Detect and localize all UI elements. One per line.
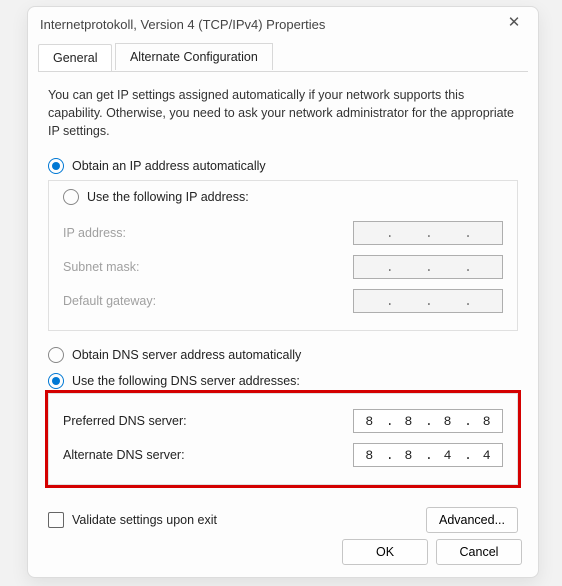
tab-alternate-configuration[interactable]: Alternate Configuration	[115, 43, 273, 70]
titlebar: Internetprotokoll, Version 4 (TCP/IPv4) …	[28, 7, 538, 43]
dns-manual-group: Preferred DNS server: 8. 8. 8. 8 Alterna…	[48, 393, 518, 485]
intro-text: You can get IP settings assigned automat…	[48, 86, 518, 140]
preferred-dns-row: Preferred DNS server: 8. 8. 8. 8	[63, 404, 503, 438]
octet: 8	[394, 414, 422, 429]
validate-checkbox[interactable]: Validate settings upon exit	[48, 512, 217, 528]
tab-strip: General Alternate Configuration	[38, 43, 528, 72]
radio-icon	[48, 158, 64, 174]
ip-address-label: IP address:	[63, 226, 353, 240]
radio-dns-auto-label: Obtain DNS server address automatically	[72, 348, 301, 362]
radio-ip-manual[interactable]: Use the following IP address:	[63, 189, 503, 205]
octet: 4	[473, 448, 501, 463]
general-pane: You can get IP settings assigned automat…	[48, 86, 518, 533]
validate-row: Validate settings upon exit Advanced...	[48, 507, 518, 533]
ip-address-row: IP address: ...	[63, 216, 503, 250]
default-gateway-row: Default gateway: ...	[63, 284, 503, 318]
subnet-mask-row: Subnet mask: ...	[63, 250, 503, 284]
octet: 8	[394, 448, 422, 463]
close-icon[interactable]: ✕	[492, 7, 536, 39]
checkbox-icon	[48, 512, 64, 528]
alternate-dns-input[interactable]: 8. 8. 4. 4	[353, 443, 503, 467]
window-title: Internetprotokoll, Version 4 (TCP/IPv4) …	[40, 17, 325, 32]
ip-manual-group: IP address: ... Subnet mask: ... Default…	[48, 206, 518, 331]
radio-icon	[63, 189, 79, 205]
default-gateway-input: ...	[353, 289, 503, 313]
radio-icon	[48, 347, 64, 363]
ok-button[interactable]: OK	[342, 539, 428, 565]
ip-address-input: ...	[353, 221, 503, 245]
radio-icon	[48, 373, 64, 389]
radio-dns-auto[interactable]: Obtain DNS server address automatically	[48, 347, 518, 363]
subnet-mask-input: ...	[353, 255, 503, 279]
validate-label: Validate settings upon exit	[72, 513, 217, 527]
octet: 8	[355, 414, 383, 429]
radio-dns-manual-label: Use the following DNS server addresses:	[72, 374, 300, 388]
preferred-dns-input[interactable]: 8. 8. 8. 8	[353, 409, 503, 433]
ip-manual-header: Use the following IP address:	[48, 180, 518, 207]
alternate-dns-label: Alternate DNS server:	[63, 448, 353, 462]
radio-ip-auto[interactable]: Obtain an IP address automatically	[48, 158, 518, 174]
radio-ip-auto-label: Obtain an IP address automatically	[72, 159, 266, 173]
octet: 8	[473, 414, 501, 429]
tab-general[interactable]: General	[38, 44, 112, 71]
octet: 4	[434, 448, 462, 463]
subnet-mask-label: Subnet mask:	[63, 260, 353, 274]
octet: 8	[355, 448, 383, 463]
advanced-button[interactable]: Advanced...	[426, 507, 518, 533]
cancel-button[interactable]: Cancel	[436, 539, 522, 565]
octet: 8	[434, 414, 462, 429]
radio-dns-manual[interactable]: Use the following DNS server addresses:	[48, 373, 518, 389]
dialog-buttons: OK Cancel	[342, 539, 522, 565]
default-gateway-label: Default gateway:	[63, 294, 353, 308]
alternate-dns-row: Alternate DNS server: 8. 8. 4. 4	[63, 438, 503, 472]
preferred-dns-label: Preferred DNS server:	[63, 414, 353, 428]
properties-dialog: Internetprotokoll, Version 4 (TCP/IPv4) …	[27, 6, 539, 578]
radio-ip-manual-label: Use the following IP address:	[87, 190, 249, 204]
